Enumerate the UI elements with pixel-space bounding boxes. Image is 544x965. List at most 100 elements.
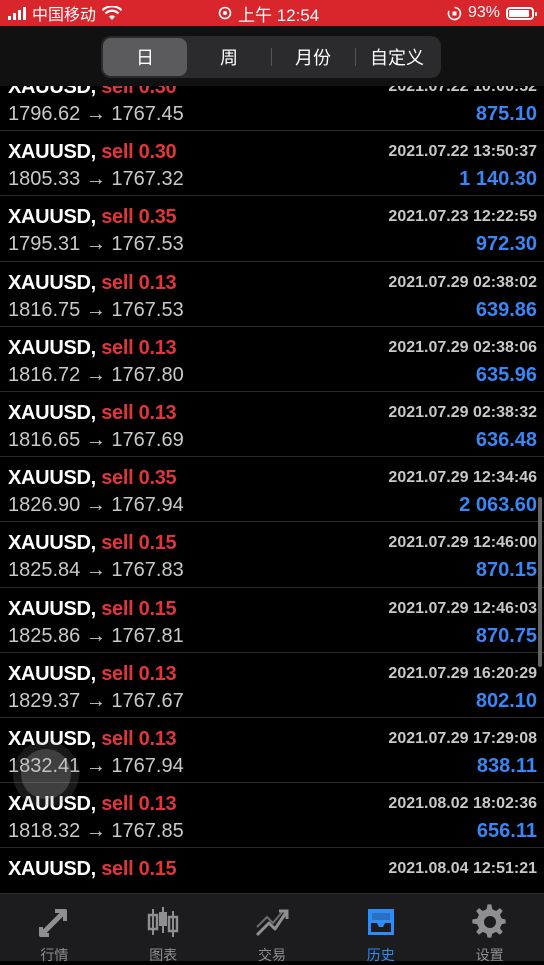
trade-prices: 1825.86 → 1767.81 xyxy=(8,624,184,647)
trade-symbol: XAUUSD, sell 0.13 xyxy=(8,662,177,686)
trade-symbol: XAUUSD, sell 0.13 xyxy=(8,401,177,425)
trade-profit: 875.10 xyxy=(475,103,537,125)
quotes-arrows-icon xyxy=(35,903,73,941)
trade-symbol: XAUUSD, sell 0.13 xyxy=(8,727,177,751)
signal-icon xyxy=(8,6,26,20)
trade-profit: 870.75 xyxy=(475,624,537,647)
trade-side: sell xyxy=(101,532,134,555)
trade-symbol: XAUUSD, sell 0.30 xyxy=(8,141,177,164)
trade-prices: 1805.33 → 1767.32 xyxy=(8,168,184,191)
bottom-tab-candlestick-chart[interactable]: 图表 xyxy=(109,894,218,963)
trade-row[interactable]: XAUUSD, sell 0.30 2021.07.22 13:50:37 1805… xyxy=(0,131,544,197)
bottom-tab-quotes-arrows[interactable]: 行情 xyxy=(0,894,109,963)
trade-volume: 0.13 xyxy=(138,271,177,294)
trade-symbol: XAUUSD, sell 0.30 xyxy=(8,86,177,99)
trade-datetime: 2021.07.29 12:46:03 xyxy=(388,599,537,617)
trade-row[interactable]: XAUUSD, sell 0.13 2021.08.02 18:02:36 1818… xyxy=(0,783,544,849)
trade-profit: 838.11 xyxy=(476,754,537,777)
trade-volume: 0.35 xyxy=(138,206,177,229)
carrier-label: 中国移动 xyxy=(32,7,97,24)
trade-side: sell xyxy=(101,597,134,620)
symbol-label: XAUUSD, xyxy=(8,336,96,359)
bottom-tab-bar: 行情 图表 交易 历史 设置 xyxy=(0,893,544,963)
trade-profit: 870.15 xyxy=(475,559,537,582)
tab-label: 行情 xyxy=(40,947,69,963)
trade-datetime: 2021.08.04 12:51:21 xyxy=(388,860,537,878)
trade-prices: 1816.65 → 1767.69 xyxy=(8,428,184,451)
bottom-tab-trade-trend[interactable]: 交易 xyxy=(218,894,327,963)
trade-datetime: 2021.07.22 10:06:52 xyxy=(388,86,537,95)
trade-row[interactable]: XAUUSD, sell 0.13 2021.07.29 02:38:32 1816… xyxy=(0,392,544,458)
status-bar: 中国移动 上午 12:54 93% xyxy=(0,0,544,26)
symbol-label: XAUUSD, xyxy=(8,467,96,490)
symbol-label: XAUUSD, xyxy=(8,662,96,685)
trade-datetime: 2021.07.29 02:38:02 xyxy=(388,273,537,291)
trade-side: sell xyxy=(101,206,134,229)
clock: 上午 12:54 xyxy=(238,5,320,25)
scrollbar[interactable] xyxy=(538,497,542,667)
trade-profit: 2 063.60 xyxy=(459,494,537,517)
trade-datetime: 2021.07.29 17:29:08 xyxy=(388,729,537,747)
trade-datetime: 2021.07.29 16:20:29 xyxy=(388,664,537,682)
symbol-label: XAUUSD, xyxy=(8,206,96,229)
symbol-label: XAUUSD, xyxy=(8,858,96,881)
bottom-tab-gear[interactable]: 设置 xyxy=(435,894,544,963)
battery-percent: 93% xyxy=(467,4,500,21)
rotation-lock-icon xyxy=(447,6,462,20)
symbol-label: XAUUSD, xyxy=(8,727,96,750)
trade-row[interactable]: XAUUSD, sell 0.15 2021.07.29 12:46:00 1825… xyxy=(0,522,544,588)
trade-volume: 0.35 xyxy=(138,467,177,490)
trade-side: sell xyxy=(101,401,134,424)
trade-history-list[interactable]: XAUUSD, sell 0.30 2021.07.22 10:06:52 1796… xyxy=(0,86,544,893)
trade-symbol: XAUUSD, sell 0.15 xyxy=(8,858,177,881)
trade-row[interactable]: XAUUSD, sell 0.13 2021.07.29 17:29:08 1832… xyxy=(0,718,544,784)
trade-profit: 802.10 xyxy=(475,689,537,712)
trade-symbol: XAUUSD, sell 0.13 xyxy=(8,336,177,360)
trade-prices: 1816.75 → 1767.53 xyxy=(8,298,184,321)
trade-symbol: XAUUSD, sell 0.35 xyxy=(8,206,177,229)
period-segmented-control: 日周月份 自定义 xyxy=(101,36,441,78)
gear-icon xyxy=(471,903,509,941)
symbol-label: XAUUSD, xyxy=(8,141,96,164)
trade-profit: 636.48 xyxy=(475,428,537,451)
tab-label: 设置 xyxy=(475,947,504,963)
alarm-icon xyxy=(218,6,232,20)
period-tab-2[interactable]: 月份 xyxy=(271,38,355,76)
header: 日周月份 自定义 xyxy=(0,26,544,86)
symbol-label: XAUUSD, xyxy=(8,86,96,98)
trade-row[interactable]: XAUUSD, sell 0.15 2021.07.29 12:46:03 1825… xyxy=(0,588,544,653)
period-tab-3[interactable]: 自定义 xyxy=(355,38,439,76)
trade-symbol: XAUUSD, sell 0.15 xyxy=(8,597,177,621)
trade-row[interactable]: XAUUSD, sell 0.13 2021.07.29 16:20:29 1829… xyxy=(0,653,544,718)
trade-row[interactable]: XAUUSD, sell 0.35 2021.07.29 12:34:46 1826… xyxy=(0,457,544,523)
trade-row[interactable]: XAUUSD, sell 0.30 2021.07.22 10:06:52 1796… xyxy=(0,86,544,132)
trade-row[interactable]: XAUUSD, sell 0.13 2021.07.29 02:38:06 1816… xyxy=(0,327,544,392)
trade-profit: 635.96 xyxy=(475,363,537,386)
trade-prices: 1829.37 → 1767.67 xyxy=(8,689,184,712)
trade-volume: 0.13 xyxy=(138,662,177,685)
trade-volume: 0.30 xyxy=(138,141,177,164)
trade-profit: 639.86 xyxy=(475,298,537,321)
trade-row[interactable]: XAUUSD, sell 0.15 2021.08.04 12:51:21 xyxy=(0,848,544,893)
trade-side: sell xyxy=(101,793,134,816)
trade-datetime: 2021.08.02 18:02:36 xyxy=(388,795,537,813)
status-right: 93% xyxy=(447,0,537,26)
trade-volume: 0.13 xyxy=(138,793,177,816)
bottom-tab-history-inbox[interactable]: 历史 xyxy=(326,894,435,963)
trade-prices: 1796.62 → 1767.45 xyxy=(8,103,184,125)
status-center: 上午 12:54 xyxy=(218,0,319,26)
status-left: 中国移动 xyxy=(8,0,123,26)
trade-volume: 0.13 xyxy=(138,401,177,424)
trade-symbol: XAUUSD, sell 0.13 xyxy=(8,271,177,295)
trade-volume: 0.13 xyxy=(138,727,177,750)
assistive-touch-button[interactable] xyxy=(21,749,71,799)
tab-label: 交易 xyxy=(257,947,286,963)
trade-prices: 1795.31 → 1767.53 xyxy=(8,233,184,256)
trade-datetime: 2021.07.29 02:38:32 xyxy=(388,403,537,421)
trade-symbol: XAUUSD, sell 0.13 xyxy=(8,793,177,816)
period-tab-1[interactable]: 周 xyxy=(187,38,271,76)
trade-side: sell xyxy=(101,271,134,294)
trade-row[interactable]: XAUUSD, sell 0.13 2021.07.29 02:38:02 1816… xyxy=(0,262,544,327)
trade-row[interactable]: XAUUSD, sell 0.35 2021.07.23 12:22:59 1795… xyxy=(0,196,544,262)
period-tab-0[interactable]: 日 xyxy=(103,38,187,76)
